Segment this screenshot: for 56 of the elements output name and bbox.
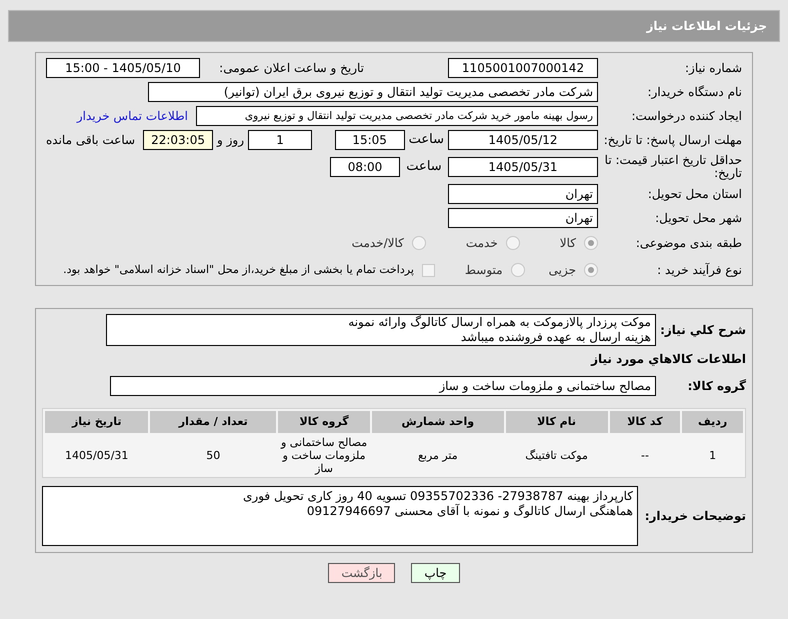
remaining-label: ساعت باقی مانده <box>46 132 136 149</box>
field-label: شماره نیاز: <box>684 62 742 74</box>
radio-button[interactable] <box>584 236 598 250</box>
field-label: تاریخ و ساعت اعلان عمومی: <box>218 62 364 74</box>
column-header: ردیف <box>682 411 743 433</box>
radio-label: متوسط <box>464 262 503 279</box>
text-field[interactable]: 08:00 <box>330 157 400 177</box>
description-textarea[interactable]: موکت پرزدار پالازموکت به همراه ارسال کاتالوگ وارائه نمونه هزینه ارسال به عهده فروشنده میباشد <box>106 314 656 346</box>
text-field[interactable]: 1405/05/10 - 15:00 <box>46 58 200 78</box>
radio-button[interactable] <box>584 263 598 277</box>
column-header: نام کالا <box>506 411 608 433</box>
radio-label: جزیی <box>548 262 576 279</box>
column-header: تعداد / مقدار <box>150 411 276 433</box>
text-field[interactable]: 1105001007000142 <box>448 58 598 78</box>
column-header: گروه کالا <box>278 411 370 433</box>
column-header: تاریخ نیاز <box>45 411 148 433</box>
column-header: کد کالا <box>610 411 680 433</box>
field-label: طبقه بندی موضوعی: <box>634 236 742 250</box>
field-label: شرح کلي نياز: <box>664 324 746 336</box>
field-label: نام دستگاه خریدار: <box>646 86 742 98</box>
field-label: ایجاد کننده درخواست: <box>630 110 742 122</box>
column-header: واحد شمارش <box>372 411 504 433</box>
remaining-time-field[interactable]: 22:03:05 <box>143 130 214 150</box>
field-label: حداقل تاریخ اعتبار قیمت: تا تاریخ: <box>604 154 742 180</box>
print-button[interactable]: چاپ <box>411 563 460 583</box>
checkbox[interactable] <box>422 264 435 276</box>
section-heading: اطلاعات کالاهاي مورد نياز <box>590 351 746 368</box>
radio-label: خدمت <box>466 235 498 252</box>
text-field[interactable]: تهران <box>448 208 598 228</box>
text-field[interactable]: 1405/05/31 <box>448 157 598 177</box>
treasury-note: پرداخت تمام یا بخشی از مبلغ خرید،از محل "اسناد خزانه اسلامی" خواهد بود. <box>63 262 414 278</box>
text-field[interactable]: شرکت مادر تخصصی مدیریت تولید انتقال و توزیع نیروی برق ایران (توانیر) <box>148 82 598 102</box>
page-title: جزئیات اطلاعات نیاز <box>646 18 767 35</box>
back-button[interactable]: بازگشت <box>328 563 396 583</box>
text-field[interactable]: رسول بهینه مامور خرید شرکت مادر تخصصی مدیریت تولید انتقال و توزیع نیروی <box>196 106 598 126</box>
buyer-notes-textarea[interactable]: کارپرداز بهینه 27938787- 09355702336 تسویه 40 روز کاری تحویل فوری هماهنگی ارسال کاتالوگ و نمونه با آقای محسنی 09127946697 <box>42 486 638 546</box>
field-label: استان محل تحویل: <box>646 188 742 200</box>
text-field[interactable]: مصالح ساختمانی و ملزومات ساخت و ساز <box>110 376 656 396</box>
time-label: ساعت <box>408 131 444 150</box>
time-label: ساعت <box>405 158 443 176</box>
days-label: روز و <box>217 132 244 149</box>
field-label: نوع فرآیند خرید : <box>656 264 742 276</box>
field-label: توضیحات خریدار: <box>646 510 746 522</box>
radio-label: کالا <box>560 235 576 252</box>
text-field[interactable]: 1 <box>248 130 312 150</box>
radio-button[interactable] <box>510 263 525 277</box>
text-field[interactable]: 1405/05/12 <box>448 130 598 150</box>
radio-button[interactable] <box>506 236 520 250</box>
buyer-contact-link[interactable]: اطلاعات تماس خریدار <box>76 107 188 125</box>
radio-button[interactable] <box>412 236 426 250</box>
field-label: مهلت ارسال پاسخ: تا تاریخ: <box>602 134 742 146</box>
field-label: گروه کالا: <box>686 380 746 392</box>
field-label: شهر محل تحویل: <box>654 212 742 224</box>
radio-label: کالا/خدمت <box>352 235 404 252</box>
text-field[interactable]: تهران <box>448 184 598 204</box>
text-field[interactable]: 15:05 <box>334 130 405 150</box>
